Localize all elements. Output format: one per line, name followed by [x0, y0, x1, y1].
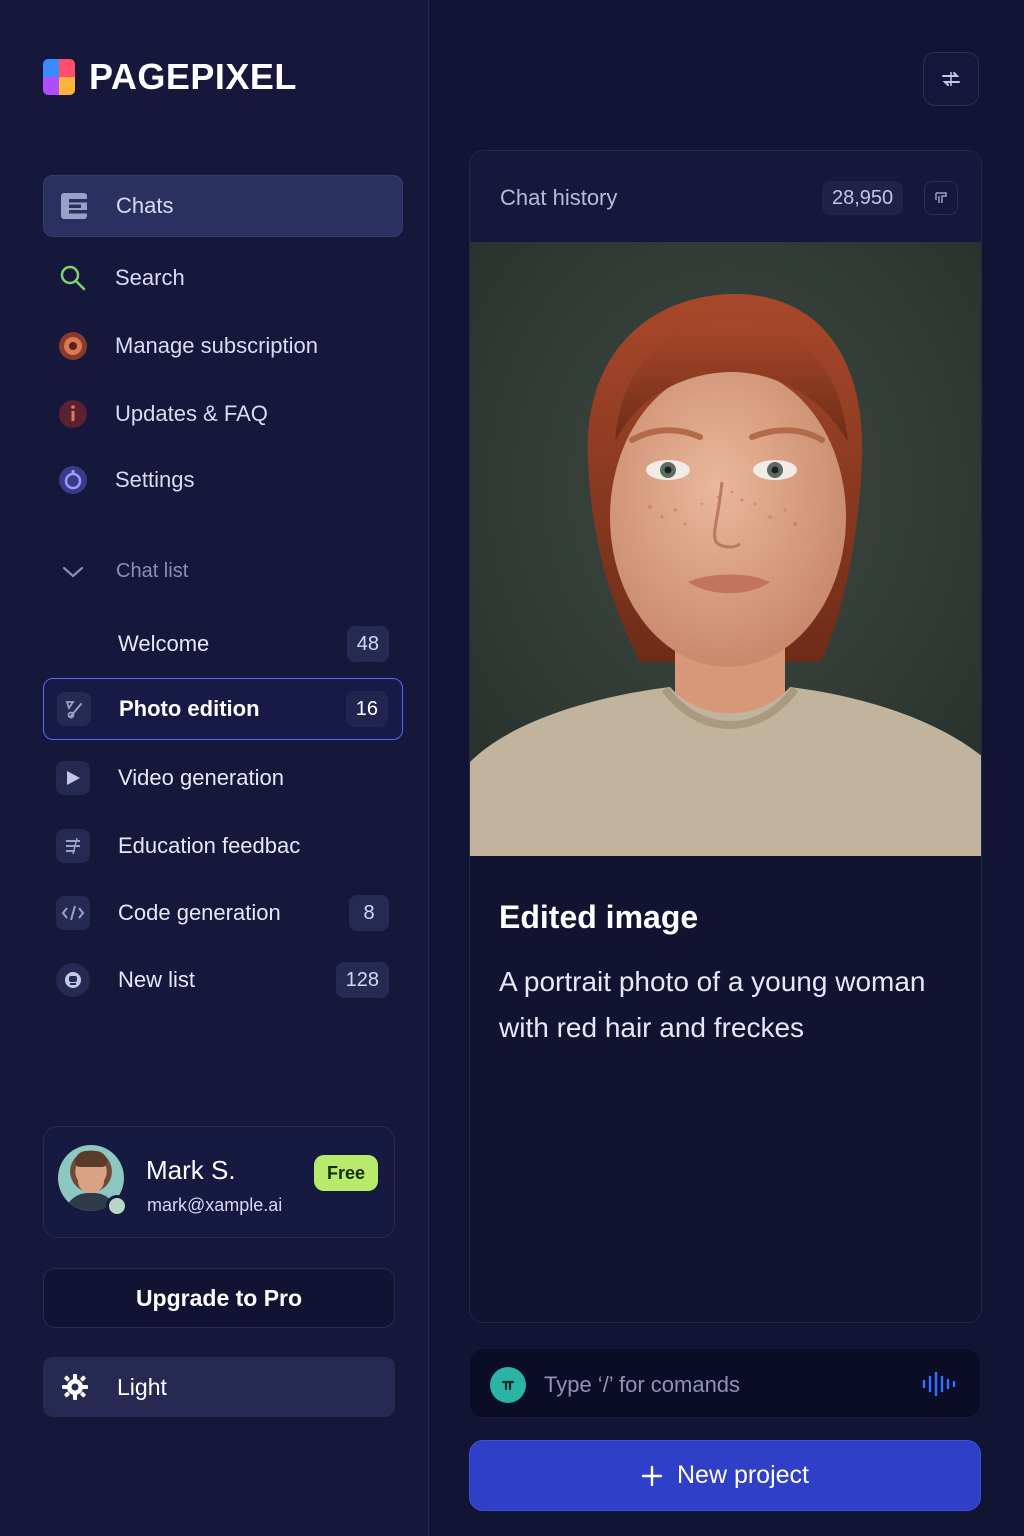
chat-item-count: 16	[345, 691, 388, 727]
upgrade-button[interactable]: Upgrade to Pro	[43, 1268, 395, 1328]
pin-button[interactable]	[924, 181, 958, 215]
code-icon	[56, 896, 90, 930]
panel-title: Chat history	[500, 185, 618, 210]
chat-item-label: Welcome	[118, 631, 210, 656]
profile-email: mark@xample.ai	[147, 1195, 283, 1215]
profile-name: Mark S.	[146, 1155, 236, 1185]
chat-item-video-generation[interactable]: Video generation	[43, 747, 403, 809]
chat-item-count: 48	[346, 626, 389, 662]
result-description: A portrait photo of a young woman with r…	[499, 966, 926, 1043]
nav-item-label: Chats	[116, 193, 174, 218]
nav-item-label: Settings	[115, 467, 195, 492]
chevron-down-icon	[62, 566, 84, 577]
sidebar-toggle-button[interactable]	[923, 52, 979, 106]
pin-icon	[935, 192, 947, 203]
chat-item-welcome[interactable]: Welcome 48	[43, 613, 403, 675]
robot-icon	[56, 963, 90, 997]
chats-icon	[56, 188, 92, 224]
chat-history-panel: Chat history 28,950 Edited image A portr…	[469, 150, 982, 1323]
chat-item-count: 8	[349, 895, 389, 931]
photo-edit-icon	[57, 692, 91, 726]
nav-item-search[interactable]: Search	[43, 247, 403, 309]
new-project-label: New project	[677, 1461, 809, 1489]
list-icon	[56, 829, 90, 863]
nav-item-label: Manage subscription	[115, 333, 319, 358]
switch-icon	[942, 72, 960, 86]
nav-item-manage-subscription[interactable]: Manage subscription	[43, 315, 403, 377]
nav-item-label: Updates & FAQ	[115, 401, 268, 426]
logo-icon	[43, 59, 75, 95]
chat-item-label: Education feedbac	[118, 833, 301, 858]
brand-name: PAGEPIXEL	[89, 56, 297, 97]
chat-item-count: 128	[335, 962, 389, 998]
subscription-icon	[55, 328, 91, 364]
play-icon	[56, 761, 90, 795]
composer	[469, 1348, 981, 1418]
panel-header: Chat history 28,950	[470, 151, 981, 242]
assistant-icon	[490, 1367, 526, 1403]
nav-item-chats[interactable]: Chats	[43, 175, 403, 237]
nav-item-label: Search	[115, 265, 185, 290]
chat-item-icon-placeholder	[56, 627, 90, 661]
chat-item-code-generation[interactable]: Code generation 8	[43, 882, 403, 944]
voice-input-icon[interactable]	[920, 1371, 956, 1401]
settings-icon	[55, 462, 91, 498]
gear-icon	[57, 1369, 93, 1405]
sidebar: PAGEPIXEL Chats Search Manage subscripti…	[0, 0, 429, 1536]
chat-item-photo-edition[interactable]: Photo edition 16	[43, 678, 403, 740]
new-project-button[interactable]: New project	[469, 1440, 981, 1511]
profile-card[interactable]: Mark S. mark@xample.ai Free	[43, 1126, 395, 1238]
chat-item-label: Video generation	[118, 765, 284, 790]
chat-list-header[interactable]: Chat list	[60, 560, 188, 583]
chat-item-label: Code generation	[118, 900, 281, 925]
brand-logo[interactable]: PAGEPIXEL	[43, 56, 297, 98]
chat-list-title: Chat list	[116, 560, 189, 582]
portrait-image	[470, 242, 981, 856]
history-count: 28,950	[822, 181, 904, 215]
nav-item-updates-faq[interactable]: Updates & FAQ	[43, 383, 403, 445]
chat-item-education-feedback[interactable]: Education feedbac	[43, 815, 403, 877]
status-indicator	[106, 1195, 128, 1217]
theme-label: Light	[117, 1373, 167, 1400]
edited-photo[interactable]	[470, 242, 981, 856]
chat-item-label: New list	[118, 967, 196, 992]
theme-toggle[interactable]: Light	[43, 1357, 395, 1417]
result-title: Edited image	[499, 899, 699, 935]
search-icon	[55, 260, 91, 296]
command-input[interactable]	[544, 1367, 904, 1403]
nav-item-settings[interactable]: Settings	[43, 449, 403, 511]
info-icon	[55, 396, 91, 432]
plus-icon	[641, 1465, 663, 1486]
plan-badge: Free	[313, 1155, 378, 1191]
chat-item-label: Photo edition	[119, 696, 260, 721]
chat-item-new-list[interactable]: New list 128	[43, 949, 403, 1011]
